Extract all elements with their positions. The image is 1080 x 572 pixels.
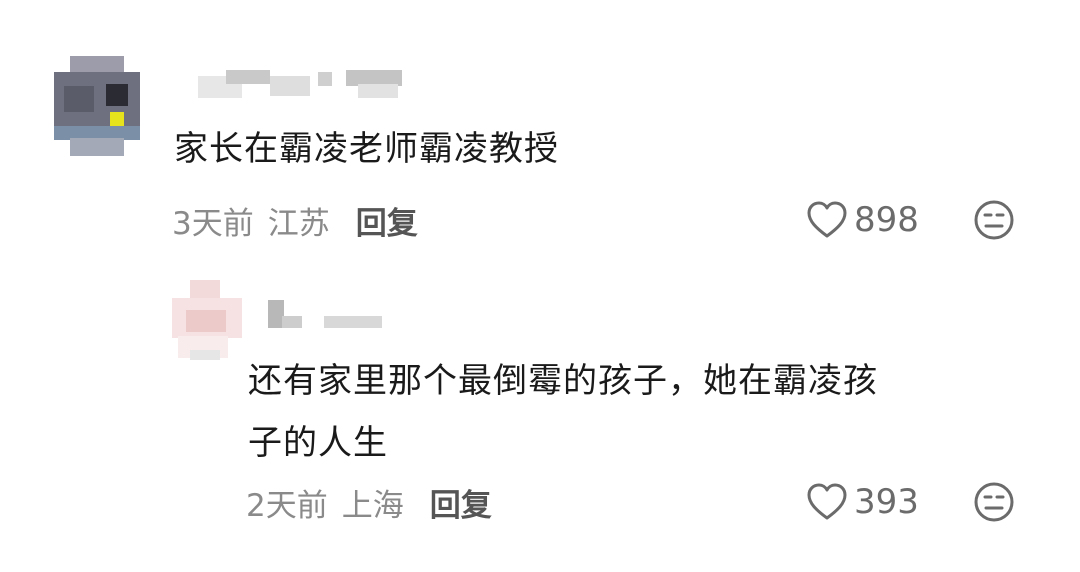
like-count: 393 (854, 482, 919, 522)
username-blurred[interactable] (268, 300, 388, 330)
avatar[interactable] (54, 56, 140, 156)
comment-1: 家长在霸凌老师霸凌教授 3天前 江苏 回复 898 (0, 0, 1080, 260)
comment-text: 家长在霸凌老师霸凌教授 (174, 129, 559, 169)
username-blurred[interactable] (198, 70, 412, 100)
comment-time: 2天前 (246, 487, 328, 524)
dislike-face-icon[interactable] (972, 480, 1016, 524)
comment-location: 上海 (341, 487, 404, 524)
heart-icon (807, 483, 847, 520)
comment-text-line-2: 子的人生 (248, 423, 388, 463)
reply-button[interactable]: 回复 (430, 480, 492, 525)
heart-icon (807, 201, 847, 238)
like-button[interactable]: 393 (806, 480, 919, 524)
avatar[interactable] (168, 280, 244, 362)
like-count: 898 (854, 200, 919, 240)
comment-meta: 3天前 江苏 回复 (172, 198, 418, 242)
comment-text: 还有家里那个最倒霉的孩子，她在霸凌孩 子的人生 (248, 350, 878, 474)
like-button[interactable]: 898 (806, 198, 919, 242)
comment-text-line-1: 还有家里那个最倒霉的孩子，她在霸凌孩 (248, 361, 878, 401)
comment-location: 江苏 (267, 205, 330, 242)
comment-meta: 2天前 上海 回复 (246, 480, 492, 524)
comment-2: 还有家里那个最倒霉的孩子，她在霸凌孩 子的人生 2天前 上海 回复 393 (0, 260, 1080, 572)
comment-time: 3天前 (172, 205, 254, 242)
dislike-face-icon[interactable] (972, 198, 1016, 242)
reply-button[interactable]: 回复 (356, 198, 418, 243)
